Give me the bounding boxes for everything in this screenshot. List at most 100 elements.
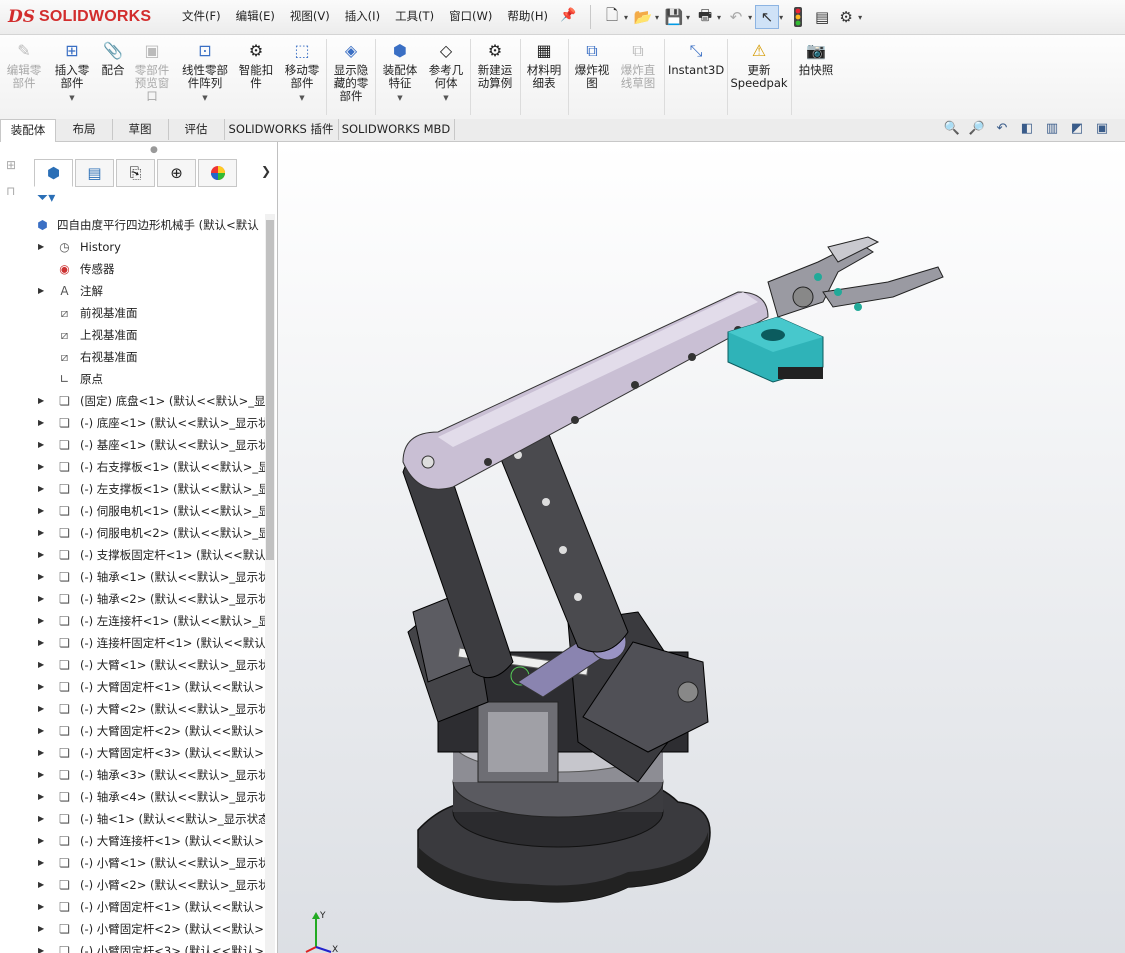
instant3d-button[interactable]: ⤡ Instant3D <box>668 39 724 77</box>
rebuild-traffic-light-icon[interactable] <box>786 5 810 29</box>
tab-assembly[interactable]: 装配体 <box>0 119 56 142</box>
undo-icon[interactable]: ↶ <box>724 5 748 29</box>
insert-components-button[interactable]: ⊞ 插入零 部件 ▼ <box>50 39 94 105</box>
dynamic-annotation-icon[interactable]: ▥ <box>1041 121 1063 139</box>
tab-solidworks-addins[interactable]: SOLIDWORKS 插件 <box>224 119 339 140</box>
expand-arrow-icon[interactable]: ▶ <box>38 236 44 258</box>
expand-arrow-icon[interactable]: ▶ <box>38 852 44 874</box>
expand-arrow-icon[interactable]: ▶ <box>38 434 44 456</box>
linear-pattern-dropdown-icon[interactable]: ▼ <box>178 92 232 105</box>
reference-geometry-button[interactable]: ◇ 参考几 何体 ▼ <box>426 39 466 105</box>
undo-dropdown-icon[interactable]: ▾ <box>748 13 752 22</box>
expand-arrow-icon[interactable]: ▶ <box>38 412 44 434</box>
expand-arrow-icon[interactable]: ▶ <box>38 874 44 896</box>
linear-pattern-button[interactable]: ⊡ 线性零部 件阵列 ▼ <box>178 39 232 105</box>
show-hidden-components-button[interactable]: ◈ 显示隐 藏的零 部件 <box>330 39 372 103</box>
options-gear-icon[interactable]: ⚙ <box>834 5 858 29</box>
tree-item-component[interactable]: ▶ ❏ (-) 小臂固定杆<2> (默认<<默认> <box>0 918 266 940</box>
select-cursor-icon[interactable]: ↖ <box>755 5 780 29</box>
save-dropdown-icon[interactable]: ▾ <box>686 13 690 22</box>
filter-funnel-icon[interactable]: ⏷▾ <box>37 190 55 206</box>
featuremanager-tab-icon[interactable]: ⬢ <box>34 159 73 187</box>
new-document-icon[interactable]: 🗋 <box>600 5 624 29</box>
expand-arrow-icon[interactable]: ▶ <box>38 456 44 478</box>
tree-item-sensors[interactable]: ◉ 传感器 <box>0 258 266 280</box>
expand-arrow-icon[interactable]: ▶ <box>38 786 44 808</box>
tree-item-component[interactable]: ▶ ❏ (-) 右支撑板<1> (默认<<默认>_显 <box>0 456 266 478</box>
move-component-dropdown-icon[interactable]: ▼ <box>282 92 322 105</box>
file-properties-icon[interactable]: ▤ <box>810 5 834 29</box>
tree-item-component[interactable]: ▶ ❏ (-) 基座<1> (默认<<默认>_显示状 <box>0 434 266 456</box>
expand-arrow-icon[interactable]: ▶ <box>38 500 44 522</box>
tree-item-component[interactable]: ▶ ❏ (-) 轴承<4> (默认<<默认>_显示状 <box>0 786 266 808</box>
edit-component-button[interactable]: ✎ 编辑零 部件 <box>4 39 44 90</box>
tree-item-component[interactable]: ▶ ❏ (-) 大臂<2> (默认<<默认>_显示状 <box>0 698 266 720</box>
save-icon[interactable]: 💾 <box>662 5 686 29</box>
print-icon[interactable]: 🖶 <box>693 5 717 29</box>
tree-item-component[interactable]: ▶ ❏ (-) 左支撑板<1> (默认<<默认>_显 <box>0 478 266 500</box>
assembly-features-button[interactable]: ⬢ 装配体 特征 ▼ <box>378 39 422 105</box>
robot-arm-model[interactable]: Y X <box>278 142 1125 953</box>
tree-item-component[interactable]: ▶ ❏ (-) 轴承<1> (默认<<默认>_显示状 <box>0 566 266 588</box>
menu-window[interactable]: 窗口(W) <box>449 8 492 24</box>
bill-of-materials-button[interactable]: ▦ 材料明 细表 <box>524 39 564 90</box>
menu-edit[interactable]: 编辑(E) <box>236 8 275 24</box>
open-dropdown-icon[interactable]: ▾ <box>655 13 659 22</box>
update-speedpak-button[interactable]: ⚠ 更新 Speedpak <box>730 39 788 90</box>
new-motion-study-button[interactable]: ⚙ 新建运 动算例 <box>474 39 516 90</box>
expand-arrow-icon[interactable]: ▶ <box>38 390 44 412</box>
tree-item-component[interactable]: ▶ ❏ (-) 支撑板固定杆<1> (默认<<默认 <box>0 544 266 566</box>
select-dropdown-icon[interactable]: ▾ <box>779 13 783 22</box>
expand-arrow-icon[interactable]: ▶ <box>38 566 44 588</box>
expand-arrow-icon[interactable]: ▶ <box>38 588 44 610</box>
tree-item-component[interactable]: ▶ ❏ (-) 连接杆固定杆<1> (默认<<默认 <box>0 632 266 654</box>
panel-splitter-icon[interactable]: ● <box>150 145 158 155</box>
tree-item-component[interactable]: ▶ ❏ (-) 左连接杆<1> (默认<<默认>_显 <box>0 610 266 632</box>
expand-arrow-icon[interactable]: ▶ <box>38 280 44 302</box>
take-snapshot-button[interactable]: 📷 拍快照 <box>794 39 838 77</box>
explode-line-sketch-button[interactable]: ⧉ 爆炸直 线草图 <box>616 39 660 90</box>
view-orientation-icon[interactable]: ◩ <box>1066 121 1088 139</box>
graphics-viewport[interactable]: Y X <box>278 142 1125 953</box>
tree-item-component[interactable]: ▶ ❏ (-) 轴<1> (默认<<默认>_显示状态 <box>0 808 266 830</box>
expand-arrow-icon[interactable]: ▶ <box>38 808 44 830</box>
expand-arrow-icon[interactable]: ▶ <box>38 632 44 654</box>
menu-insert[interactable]: 插入(I) <box>345 8 380 24</box>
tree-item-component[interactable]: ▶ ❏ (-) 小臂<1> (默认<<默认>_显示状 <box>0 852 266 874</box>
tree-item-component[interactable]: ▶ ❏ (-) 伺服电机<2> (默认<<默认>_显 <box>0 522 266 544</box>
options-dropdown-icon[interactable]: ▾ <box>858 13 862 22</box>
menu-help[interactable]: 帮助(H) <box>507 8 548 24</box>
expand-arrow-icon[interactable]: ▶ <box>38 522 44 544</box>
panel-tabs-scroll-icon[interactable]: ❯ <box>261 164 271 178</box>
smart-fasteners-button[interactable]: ⚙ 智能扣 件 <box>236 39 276 90</box>
propertymanager-tab-icon[interactable]: ▤ <box>75 159 114 187</box>
tree-scrollbar[interactable] <box>265 214 275 953</box>
tree-item-component[interactable]: ▶ ❏ (-) 底座<1> (默认<<默认>_显示状 <box>0 412 266 434</box>
tree-item-component[interactable]: ▶ ❏ (-) 小臂固定杆<3> (默认<<默认> <box>0 940 266 953</box>
expand-arrow-icon[interactable]: ▶ <box>38 654 44 676</box>
exploded-view-button[interactable]: ⧉ 爆炸视 图 <box>572 39 612 90</box>
tree-item-right-plane[interactable]: ⧄ 右视基准面 <box>0 346 266 368</box>
menu-tools[interactable]: 工具(T) <box>395 8 434 24</box>
tree-item-component[interactable]: ▶ ❏ (-) 伺服电机<1> (默认<<默认>_显 <box>0 500 266 522</box>
zoom-to-fit-icon[interactable]: 🔍 <box>941 121 963 139</box>
tree-item-component[interactable]: ▶ ❏ (-) 大臂固定杆<2> (默认<<默认> <box>0 720 266 742</box>
zoom-to-area-icon[interactable]: 🔎 <box>966 121 988 139</box>
tree-item-component[interactable]: ▶ ❏ (-) 大臂<1> (默认<<默认>_显示状 <box>0 654 266 676</box>
expand-arrow-icon[interactable]: ▶ <box>38 742 44 764</box>
dimxpertmanager-tab-icon[interactable]: ⊕ <box>157 159 196 187</box>
expand-arrow-icon[interactable]: ▶ <box>38 676 44 698</box>
tree-item-component[interactable]: ▶ ❏ (-) 轴承<3> (默认<<默认>_显示状 <box>0 764 266 786</box>
tree-item-front-plane[interactable]: ⧄ 前视基准面 <box>0 302 266 324</box>
configurationmanager-tab-icon[interactable]: ⎘ <box>116 159 155 187</box>
expand-arrow-icon[interactable]: ▶ <box>38 918 44 940</box>
tree-item-component[interactable]: ▶ ❏ (-) 轴承<2> (默认<<默认>_显示状 <box>0 588 266 610</box>
mate-button[interactable]: 📎 配合 <box>98 39 128 77</box>
tab-sketch[interactable]: 草图 <box>112 119 169 140</box>
tree-item-origin[interactable]: ∟ 原点 <box>0 368 266 390</box>
expand-arrow-icon[interactable]: ▶ <box>38 940 44 953</box>
pin-icon[interactable]: 📌 <box>560 8 576 23</box>
open-folder-icon[interactable]: 📂 <box>631 5 655 29</box>
tree-root-assembly[interactable]: ⬢ 四自由度平行四边形机械手 (默认<默认 <box>0 214 266 236</box>
expand-arrow-icon[interactable]: ▶ <box>38 698 44 720</box>
